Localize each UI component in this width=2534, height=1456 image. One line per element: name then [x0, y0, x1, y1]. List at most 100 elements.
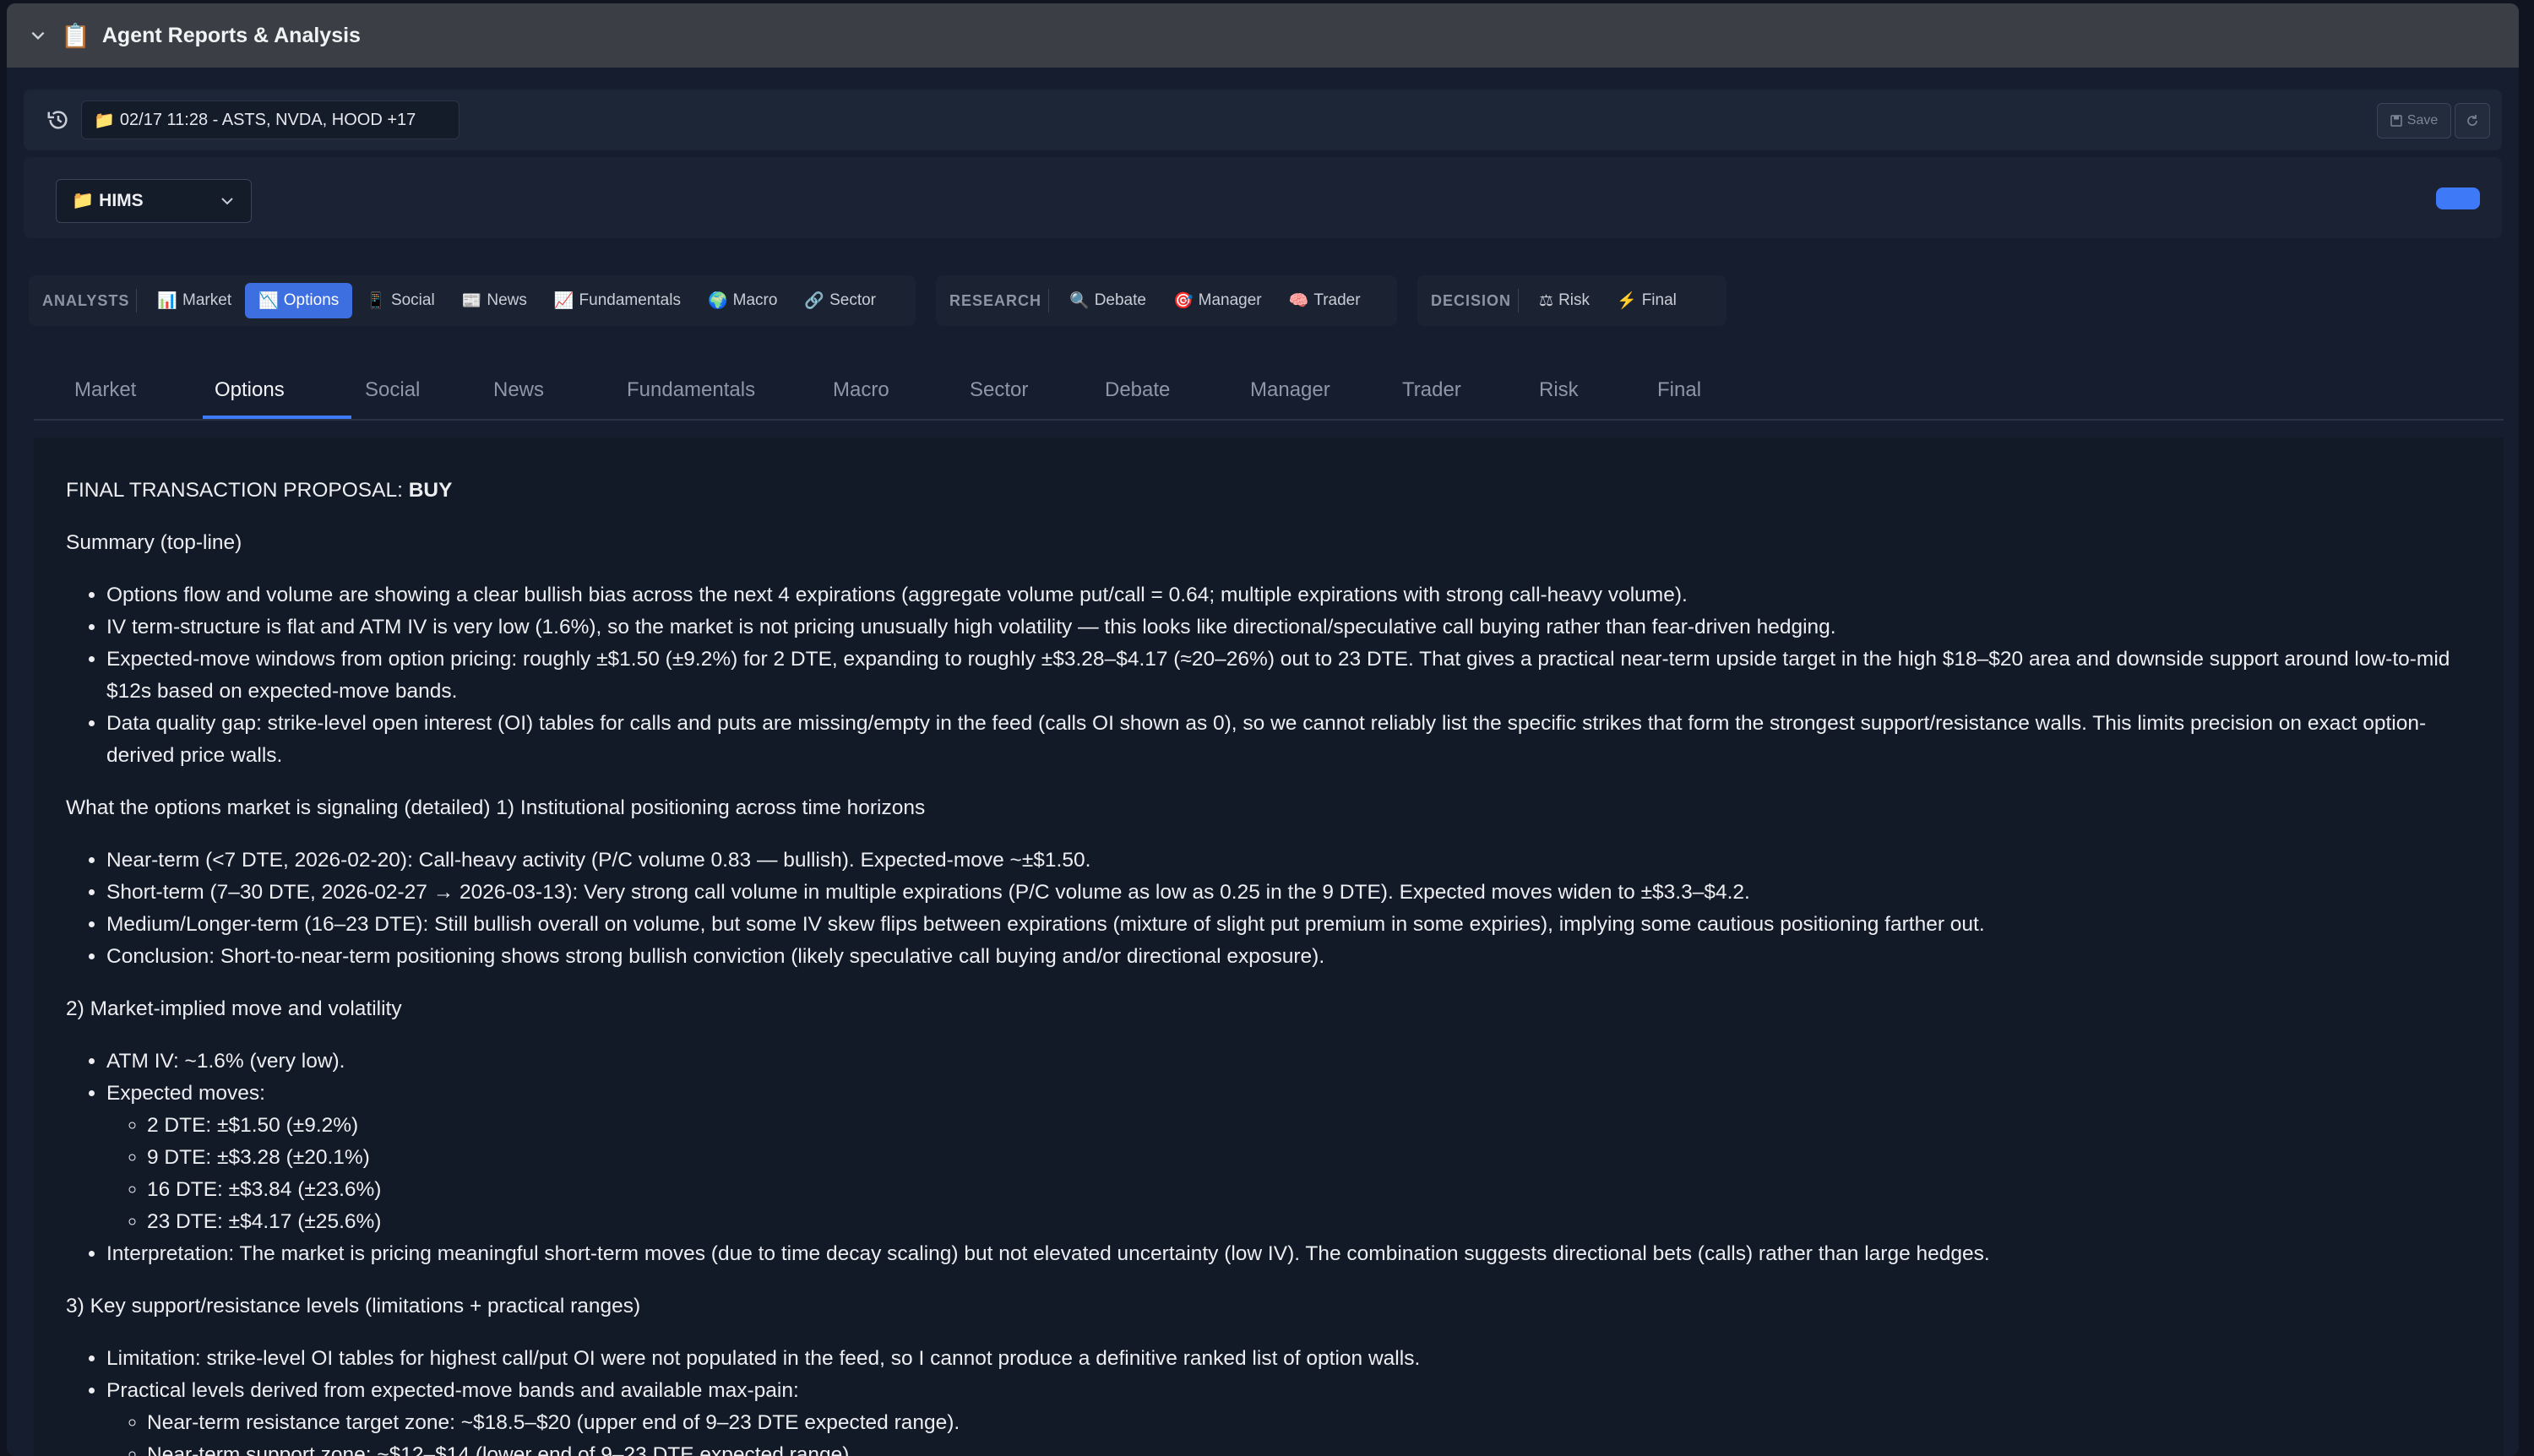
chip-debate[interactable]: 🔍 Debate	[1056, 283, 1160, 318]
active-tab-indicator	[203, 416, 351, 419]
tab-final[interactable]: Final	[1657, 378, 1701, 402]
phone-icon: 📱	[366, 292, 386, 310]
proposal-value: BUY	[408, 479, 453, 502]
chip-macro[interactable]: 🌍 Macro	[694, 283, 791, 318]
session-bar: 📁 02/17 11:28 - ASTS, NVDA, HOOD +17 Sav…	[24, 90, 2502, 150]
practical-levels-label: Practical levels derived from expected-m…	[106, 1379, 799, 1402]
chip-label: Macro	[732, 291, 778, 309]
proposal-prefix: FINAL TRANSACTION PROPOSAL:	[66, 479, 409, 502]
report-body: FINAL TRANSACTION PROPOSAL: BUY Summary …	[66, 475, 2490, 1456]
chip-final[interactable]: ⚡ Final	[1603, 283, 1690, 318]
proposal-line: FINAL TRANSACTION PROPOSAL: BUY	[66, 475, 2490, 507]
chip-label: Risk	[1558, 291, 1591, 309]
list-item: Data quality gap: strike-level open inte…	[106, 708, 2490, 772]
list-item: Conclusion: Short-to-near-term positioni…	[106, 941, 2490, 973]
panel-title: Agent Reports & Analysis	[101, 23, 361, 47]
levels-list: Limitation: strike-level OI tables for h…	[66, 1343, 2490, 1456]
chart-up-icon: 📈	[553, 292, 574, 310]
tab-social[interactable]: Social	[365, 378, 420, 402]
chart-down-icon: 📉	[258, 292, 279, 310]
view-toggle[interactable]	[2436, 187, 2480, 209]
practical-levels-list: Near-term resistance target zone: ~$18.5…	[106, 1407, 2490, 1456]
list-item: Short-term (7–30 DTE, 2026-02-27 → 2026-…	[106, 877, 2490, 909]
session-select-value: 02/17 11:28 - ASTS, NVDA, HOOD +17	[119, 110, 416, 129]
signal-list: Near-term (<7 DTE, 2026-02-20): Call-hea…	[66, 845, 2490, 973]
panel-header[interactable]: 📋 Agent Reports & Analysis	[7, 3, 2519, 68]
chip-fundamentals[interactable]: 📈 Fundamentals	[541, 283, 694, 318]
clipboard-icon: 📋	[61, 22, 90, 49]
tab-news[interactable]: News	[493, 378, 544, 402]
tab-manager[interactable]: Manager	[1250, 378, 1330, 402]
list-item: 2 DTE: ±$1.50 (±9.2%)	[147, 1110, 2490, 1142]
chip-options[interactable]: 📉 Options	[245, 283, 353, 318]
chip-label: Manager	[1198, 291, 1262, 309]
list-item: Expected moves: 2 DTE: ±$1.50 (±9.2%) 9 …	[106, 1078, 2490, 1238]
lightning-icon: ⚡	[1617, 292, 1637, 310]
chip-label: Trader	[1313, 291, 1361, 309]
list-item: Practical levels derived from expected-m…	[106, 1375, 2490, 1456]
chip-risk[interactable]: ⚖ Risk	[1525, 283, 1603, 318]
signal-heading: What the options market is signaling (de…	[66, 796, 926, 819]
list-item: 9 DTE: ±$3.28 (±20.1%)	[147, 1142, 2490, 1174]
list-item: Medium/Longer-term (16–23 DTE): Still bu…	[106, 909, 2490, 941]
report-content[interactable]: FINAL TRANSACTION PROPOSAL: BUY Summary …	[34, 437, 2504, 1456]
folder-icon: 📁	[72, 191, 95, 210]
list-item: Options flow and volume are showing a cl…	[106, 579, 2490, 611]
ticker-select[interactable]: 📁 HIMS	[56, 179, 252, 223]
ticker-select-value: HIMS	[99, 191, 144, 210]
save-button-label: Save	[2406, 113, 2439, 128]
chip-label: Sector	[829, 291, 877, 309]
list-item: Near-term support zone: ~$12–$14 (lower …	[147, 1439, 2490, 1456]
tab-debate[interactable]: Debate	[1105, 378, 1170, 402]
chip-trader[interactable]: 🧠 Trader	[1275, 283, 1374, 318]
chevron-down-icon	[221, 198, 233, 205]
group-label-decision: DECISION	[1426, 289, 1520, 312]
chip-label: Fundamentals	[579, 291, 681, 309]
list-item: Limitation: strike-level OI tables for h…	[106, 1343, 2490, 1375]
summary-list: Options flow and volume are showing a cl…	[66, 579, 2490, 772]
tab-sector[interactable]: Sector	[970, 378, 1028, 402]
refresh-button[interactable]	[2455, 103, 2490, 139]
tab-options[interactable]: Options	[215, 378, 285, 402]
volatility-list: ATM IV: ~1.6% (very low). Expected moves…	[66, 1046, 2490, 1270]
magnifier-icon: 🔍	[1069, 292, 1090, 310]
chip-news[interactable]: 📰 News	[449, 283, 541, 318]
chip-sector[interactable]: 🔗 Sector	[791, 283, 889, 318]
agent-reports-panel: 📋 Agent Reports & Analysis 📁 02/17 11:28…	[7, 3, 2519, 1456]
tab-risk[interactable]: Risk	[1539, 378, 1579, 402]
decision-group: DECISION ⚖ Risk ⚡ Final	[1417, 275, 1726, 326]
folder-icon: 📁	[94, 111, 115, 130]
list-item: 16 DTE: ±$3.84 (±23.6%)	[147, 1174, 2490, 1206]
target-icon: 🎯	[1172, 292, 1194, 310]
chip-label: Social	[390, 291, 435, 309]
floppy-icon	[2390, 115, 2402, 127]
tab-trader[interactable]: Trader	[1402, 378, 1461, 402]
list-item: IV term-structure is flat and ATM IV is …	[106, 611, 2490, 644]
list-item: 23 DTE: ±$4.17 (±25.6%)	[147, 1206, 2490, 1238]
volatility-heading: 2) Market-implied move and volatility	[66, 997, 402, 1020]
scales-icon: ⚖	[1539, 291, 1554, 310]
chevron-down-icon[interactable]	[29, 26, 47, 45]
bar-chart-icon: 📊	[157, 292, 178, 310]
tab-market[interactable]: Market	[74, 378, 136, 402]
tab-fundamentals[interactable]: Fundamentals	[627, 378, 755, 402]
chip-manager[interactable]: 🎯 Manager	[1160, 283, 1275, 318]
ticker-bar: 📁 HIMS	[24, 157, 2502, 238]
list-item: Interpretation: The market is pricing me…	[106, 1238, 2490, 1270]
report-tabs: Market Options Social News Fundamentals …	[34, 365, 2504, 421]
save-button[interactable]: Save	[2377, 103, 2451, 139]
chip-market[interactable]: 📊 Market	[144, 283, 245, 318]
chip-label: Options	[283, 291, 340, 309]
link-icon: 🔗	[804, 292, 825, 310]
tab-macro[interactable]: Macro	[833, 378, 889, 402]
newspaper-icon: 📰	[461, 292, 482, 310]
session-select[interactable]: 📁 02/17 11:28 - ASTS, NVDA, HOOD +17	[81, 101, 459, 139]
group-label-research: RESEARCH	[944, 289, 1050, 312]
chip-label: Final	[1641, 291, 1677, 309]
chip-social[interactable]: 📱 Social	[352, 283, 448, 318]
brain-icon: 🧠	[1288, 292, 1309, 310]
expected-moves-label: Expected moves:	[106, 1082, 265, 1105]
research-group: RESEARCH 🔍 Debate 🎯 Manager 🧠 Trader	[936, 275, 1397, 326]
summary-heading: Summary (top-line)	[66, 531, 242, 554]
history-icon[interactable]	[46, 107, 71, 133]
